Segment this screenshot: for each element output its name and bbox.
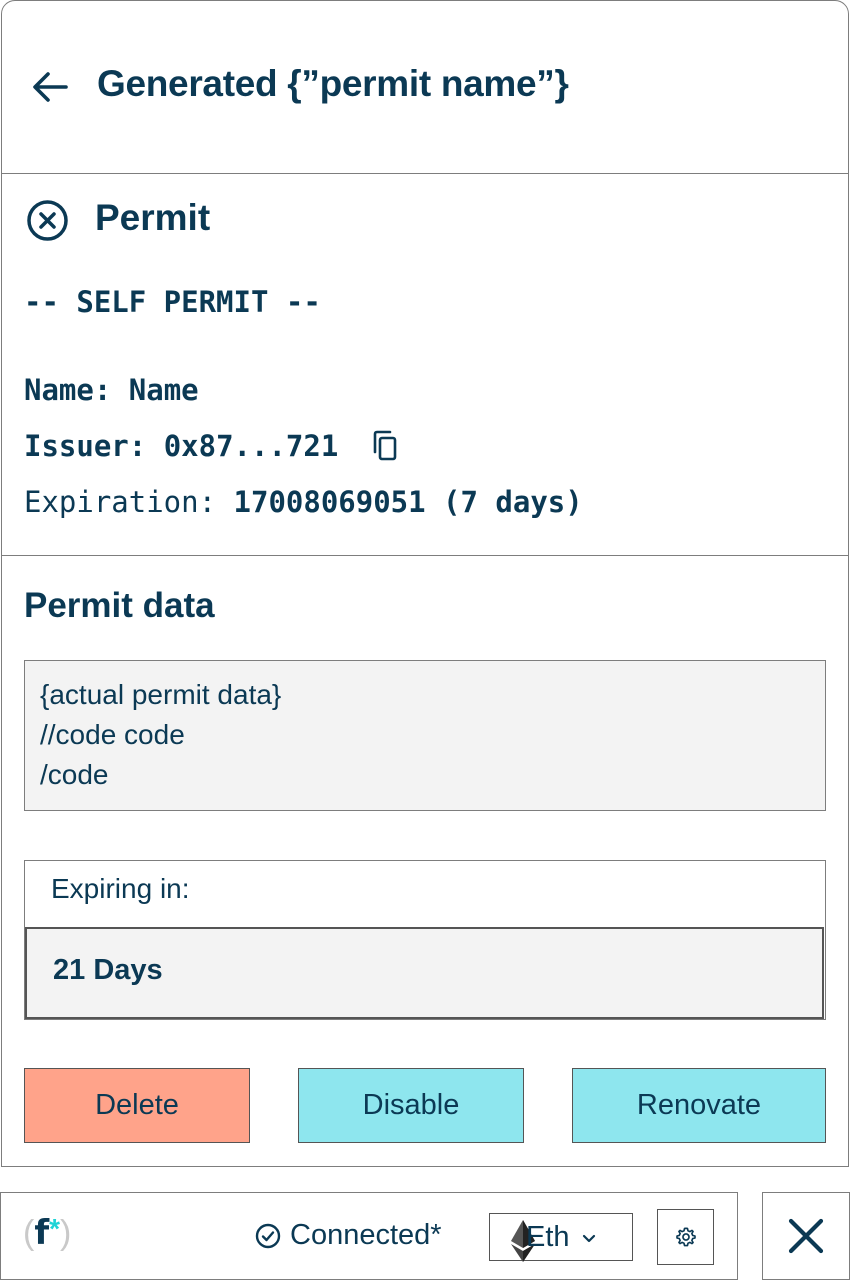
name-label: Name:	[24, 373, 112, 407]
expiry-label: Expiring in:	[51, 873, 190, 904]
name-value: Name	[128, 373, 199, 407]
logo-letter: f	[34, 1213, 50, 1253]
close-circle-icon[interactable]	[25, 198, 70, 243]
network-label: Eth	[526, 1220, 570, 1253]
close-icon	[788, 1218, 824, 1254]
arrow-left-icon[interactable]	[30, 67, 70, 107]
settings-button[interactable]	[657, 1209, 714, 1265]
expiration-label: Expiration:	[24, 485, 217, 519]
copy-icon[interactable]	[370, 430, 400, 462]
chevron-down-icon	[582, 1234, 595, 1243]
app-logo: (f*)	[23, 1213, 71, 1253]
close-button[interactable]	[762, 1192, 850, 1280]
wallet-footer: (f*) Connected* Eth	[0, 1192, 738, 1280]
code-line: {actual permit data}	[40, 679, 282, 710]
code-line: //code code	[40, 719, 185, 750]
permit-expiration-row: Expiration: 17008069051 (7 days)	[24, 485, 583, 519]
delete-button[interactable]: Delete	[24, 1068, 250, 1143]
expiry-field: Expiring in: 21 Days	[24, 860, 826, 1020]
panel-header: Generated {”permit name”}	[2, 1, 848, 174]
page-title: Generated {”permit name”}	[97, 63, 569, 104]
permit-title: Permit	[95, 197, 211, 238]
permit-name-row: Name: Name	[24, 373, 199, 407]
permit-data-code: {actual permit data} //code code /code	[24, 660, 826, 811]
expiry-value: 21 Days	[53, 954, 163, 986]
expiry-select[interactable]: 21 Days	[25, 927, 824, 1019]
status-text: Connected*	[290, 1219, 442, 1251]
connection-status: Connected*	[254, 1219, 442, 1252]
disable-button[interactable]: Disable	[298, 1068, 524, 1143]
logo-paren-close: )	[60, 1214, 72, 1252]
gear-icon	[675, 1227, 696, 1247]
renovate-button[interactable]: Renovate	[572, 1068, 826, 1143]
permit-data-title: Permit data	[24, 586, 215, 625]
self-permit-label: -- SELF PERMIT --	[24, 285, 321, 319]
issuer-label: Issuer:	[24, 429, 147, 463]
logo-paren-open: (	[23, 1214, 35, 1252]
permit-issuer-row: Issuer: 0x87...721	[24, 429, 400, 463]
logo-star: *	[49, 1213, 61, 1244]
network-select[interactable]: Eth	[489, 1213, 633, 1262]
issuer-value: 0x87...721	[163, 429, 339, 463]
expiration-value: 17008069051 (7 days)	[233, 485, 583, 519]
check-circle-icon	[255, 1223, 281, 1248]
code-line: /code	[40, 759, 109, 790]
